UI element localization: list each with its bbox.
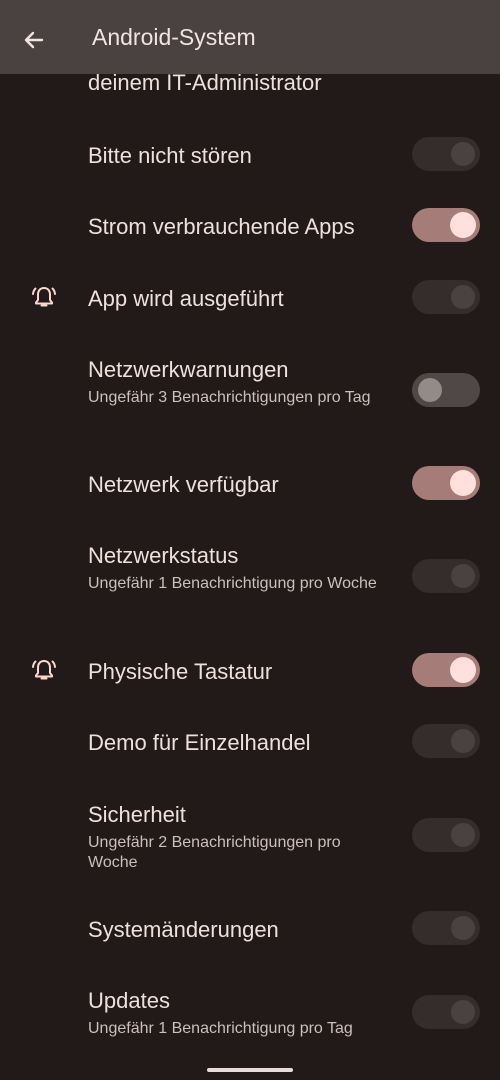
channel-row-bitte-nicht-stoeren[interactable]: Bitte nicht stören — [0, 135, 500, 175]
channel-title: Netzwerk verfügbar — [88, 472, 279, 497]
channel-subtitle: Ungefähr 2 Benachrichtigungen pro Woche — [88, 834, 341, 871]
channel-toggle[interactable] — [412, 280, 480, 314]
channel-title: Strom verbrauchende Apps — [88, 214, 355, 239]
toggle-thumb — [451, 1000, 475, 1024]
page-title: Android-System — [92, 24, 256, 50]
channel-title: Physische Tastatur — [88, 659, 273, 684]
toggle-thumb — [450, 212, 476, 238]
channel-toggle[interactable] — [412, 137, 480, 171]
channel-toggle[interactable] — [412, 466, 480, 500]
channel-row-app-wird-ausgefuehrt[interactable]: App wird ausgeführt — [0, 278, 500, 318]
toggle-thumb — [450, 657, 476, 683]
toggle-thumb — [451, 142, 475, 166]
arrow-back-icon — [24, 31, 44, 49]
channel-title: Netzwerkwarnungen — [88, 357, 289, 382]
toggle-thumb — [451, 285, 475, 309]
notification-settings-screen: deinem IT-Administrator Bitte nicht stör… — [0, 0, 500, 1080]
channel-row-strom-verbrauchende-apps[interactable]: Strom verbrauchende Apps — [0, 206, 500, 246]
channel-toggle[interactable] — [412, 911, 480, 945]
channel-subtitle: Ungefähr 1 Benachrichtigung pro Woche — [88, 575, 377, 592]
channel-row-systemaenderungen[interactable]: Systemänderungen — [0, 909, 500, 949]
channel-toggle[interactable] — [412, 208, 480, 242]
channel-row-updates[interactable]: Updates Ungefähr 1 Benachrichtigung pro … — [0, 986, 500, 1046]
channel-title: Sicherheit — [88, 802, 186, 827]
channel-title: Bitte nicht stören — [88, 143, 252, 168]
channel-title: Netzwerkstatus — [88, 543, 239, 568]
channel-toggle[interactable] — [412, 373, 480, 407]
channel-title: App wird ausgeführt — [88, 286, 284, 311]
channel-title: Systemänderungen — [88, 917, 279, 942]
bell-alert-icon — [32, 660, 56, 680]
channel-toggle[interactable] — [412, 559, 480, 593]
channel-row-physische-tastatur[interactable]: Physische Tastatur — [0, 651, 500, 691]
app-bar: Android-System — [0, 0, 500, 74]
channel-subtitle: Ungefähr 3 Benachrichtigungen pro Tag — [88, 389, 371, 406]
channel-title: Demo für Einzelhandel — [88, 730, 311, 755]
channel-row-netzwerk-verfuegbar[interactable]: Netzwerk verfügbar — [0, 464, 500, 504]
channel-row-netzwerkstatus[interactable]: Netzwerkstatus Ungefähr 1 Benachrichtigu… — [0, 541, 500, 616]
channel-row-demo-fuer-einzelhandel[interactable]: Demo für Einzelhandel — [0, 722, 500, 762]
channel-row-netzwerkwarnungen[interactable]: Netzwerkwarnungen Ungefähr 3 Benachricht… — [0, 355, 500, 430]
channel-row-sicherheit[interactable]: Sicherheit Ungefähr 2 Benachrichtigungen… — [0, 800, 500, 875]
gesture-nav-handle[interactable] — [207, 1068, 293, 1072]
bell-alert-icon — [32, 287, 56, 307]
back-button[interactable] — [14, 20, 54, 60]
toggle-thumb — [451, 729, 475, 753]
toggle-thumb — [451, 564, 475, 588]
toggle-thumb — [451, 916, 475, 940]
channel-toggle[interactable] — [412, 653, 480, 687]
channel-toggle[interactable] — [412, 818, 480, 852]
toggle-thumb — [450, 470, 476, 496]
toggle-thumb — [418, 378, 442, 402]
channel-title: Updates — [88, 988, 170, 1013]
channel-toggle[interactable] — [412, 995, 480, 1029]
channel-subtitle: Ungefähr 1 Benachrichtigung pro Tag — [88, 1020, 353, 1037]
channel-toggle[interactable] — [412, 724, 480, 758]
toggle-thumb — [451, 823, 475, 847]
